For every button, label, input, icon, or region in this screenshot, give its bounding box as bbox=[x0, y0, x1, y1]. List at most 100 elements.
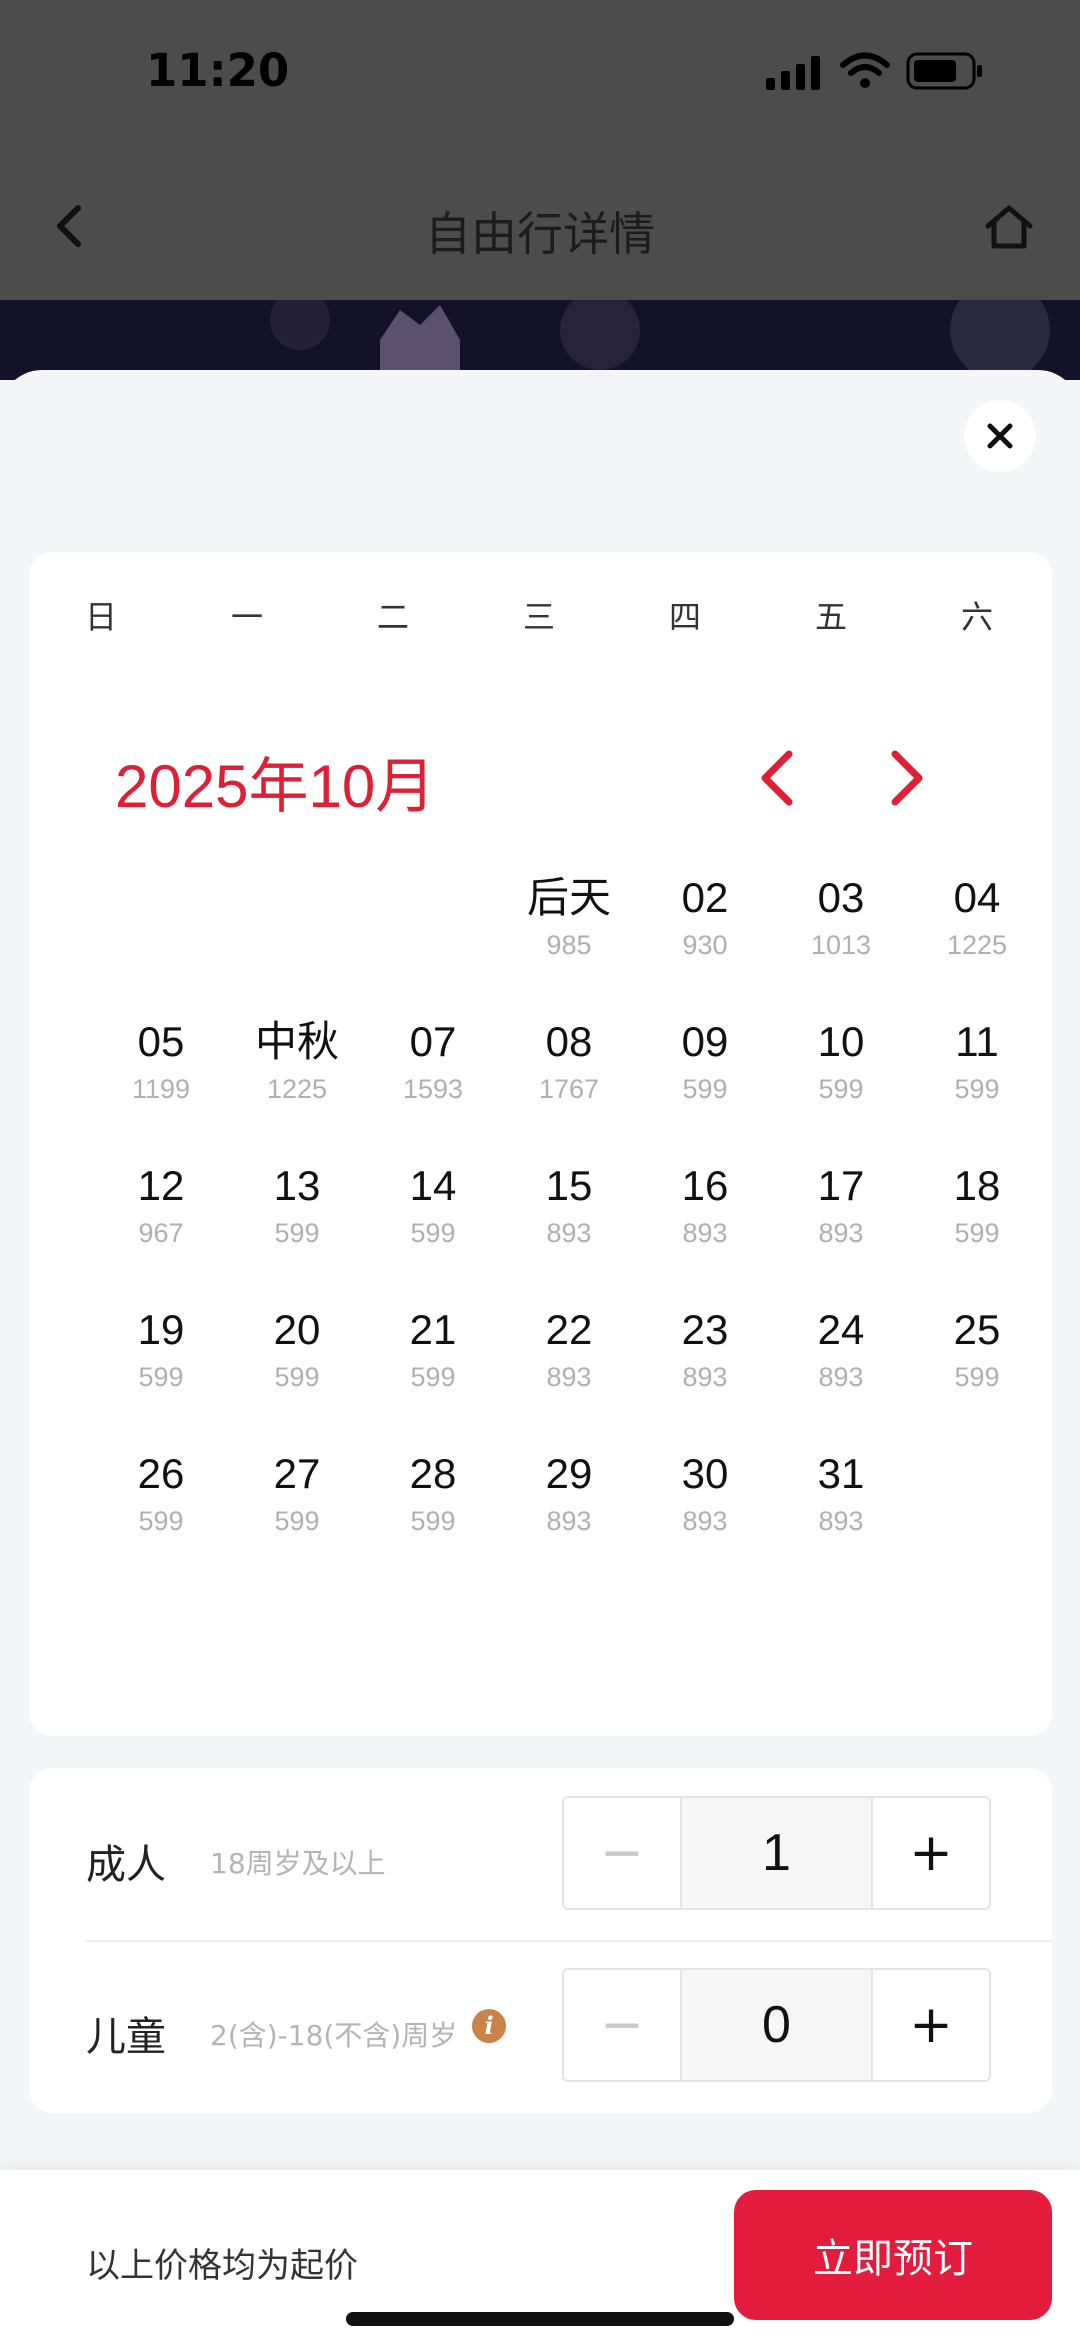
child-stepper: − 0 + bbox=[562, 1968, 991, 2082]
adult-plus-button[interactable]: + bbox=[871, 1798, 989, 1908]
calendar-day[interactable]: 13 599 bbox=[237, 1160, 357, 1252]
day-price: 599 bbox=[274, 1362, 320, 1392]
date-picker-sheet: 日 一 二 三 四 五 六 2025年10月 后天 985 02 930 03 1013 0… bbox=[0, 370, 1080, 2341]
day-price: 599 bbox=[410, 1362, 456, 1392]
calendar-day[interactable]: 15 893 bbox=[509, 1160, 629, 1252]
day-label: 24 bbox=[817, 1306, 865, 1353]
child-plus-button[interactable]: + bbox=[871, 1970, 989, 2080]
calendar-day[interactable]: 04 1225 bbox=[917, 872, 1037, 964]
day-price: 893 bbox=[546, 1506, 592, 1536]
day-label: 22 bbox=[545, 1306, 593, 1353]
day-label: 10 bbox=[817, 1018, 865, 1065]
day-label: 29 bbox=[545, 1450, 593, 1497]
calendar-day[interactable]: 08 1767 bbox=[509, 1016, 629, 1108]
child-count: 0 bbox=[682, 1970, 871, 2080]
calendar-day[interactable]: 16 893 bbox=[645, 1160, 765, 1252]
day-label: 19 bbox=[137, 1306, 185, 1353]
close-icon bbox=[987, 423, 1013, 449]
calendar-day[interactable]: 21 599 bbox=[373, 1304, 493, 1396]
wifi-icon bbox=[840, 52, 890, 88]
day-label: 16 bbox=[681, 1162, 729, 1209]
day-label: 17 bbox=[817, 1162, 865, 1209]
next-month-icon[interactable] bbox=[877, 746, 933, 810]
weekday-fri: 五 bbox=[814, 598, 847, 636]
calendar-day[interactable]: 17 893 bbox=[781, 1160, 901, 1252]
day-label: 后天 bbox=[526, 874, 611, 921]
calendar-day[interactable]: 12 967 bbox=[101, 1160, 221, 1252]
calendar-day[interactable]: 09 599 bbox=[645, 1016, 765, 1108]
calendar-day[interactable]: 26 599 bbox=[101, 1448, 221, 1540]
traveler-panel: 成人 18周岁及以上 − 1 + 儿童 2(含)-18(不含)周岁 i − 0 … bbox=[29, 1768, 1052, 2113]
day-label: 20 bbox=[273, 1306, 321, 1353]
day-price: 985 bbox=[546, 930, 592, 960]
info-icon[interactable]: i bbox=[472, 2009, 506, 2043]
day-label: 11 bbox=[955, 1018, 999, 1065]
day-price: 599 bbox=[410, 1506, 456, 1536]
calendar-day[interactable]: 28 599 bbox=[373, 1448, 493, 1540]
page-title: 自由行详情 bbox=[425, 207, 655, 261]
calendar-day[interactable]: 11 599 bbox=[917, 1016, 1037, 1108]
adult-row: 成人 18周岁及以上 − 1 + bbox=[29, 1768, 1052, 1942]
day-label: 15 bbox=[545, 1162, 593, 1209]
calendar-day[interactable]: 02 930 bbox=[645, 872, 765, 964]
day-price: 599 bbox=[954, 1362, 1000, 1392]
calendar-day[interactable]: 27 599 bbox=[237, 1448, 357, 1540]
home-icon[interactable] bbox=[984, 204, 1034, 250]
day-label: 18 bbox=[953, 1162, 1001, 1209]
weekday-wed: 三 bbox=[522, 598, 555, 636]
day-price: 893 bbox=[682, 1218, 728, 1248]
calendar-day[interactable]: 29 893 bbox=[509, 1448, 629, 1540]
weekday-thu: 四 bbox=[668, 598, 701, 636]
home-indicator bbox=[346, 2312, 734, 2326]
calendar-day[interactable]: 03 1013 bbox=[781, 872, 901, 964]
day-price: 1593 bbox=[402, 1074, 464, 1104]
day-label: 23 bbox=[681, 1306, 729, 1353]
calendar-day[interactable]: 07 1593 bbox=[373, 1016, 493, 1108]
status-bar: 11:20 bbox=[0, 0, 1080, 150]
book-now-button[interactable]: 立即预订 bbox=[734, 2190, 1052, 2320]
day-label: 08 bbox=[545, 1018, 593, 1065]
adult-desc: 18周岁及以上 bbox=[210, 1847, 386, 1880]
day-label: 09 bbox=[681, 1018, 729, 1065]
day-label: 05 bbox=[137, 1018, 185, 1065]
day-label: 13 bbox=[273, 1162, 321, 1209]
weekday-tue: 二 bbox=[376, 598, 409, 636]
calendar-day[interactable]: 24 893 bbox=[781, 1304, 901, 1396]
calendar-day[interactable]: 25 599 bbox=[917, 1304, 1037, 1396]
signal-icon bbox=[766, 56, 820, 90]
day-price: 893 bbox=[546, 1218, 592, 1248]
day-label: 25 bbox=[953, 1306, 1001, 1353]
calendar-day[interactable]: 14 599 bbox=[373, 1160, 493, 1252]
day-price: 930 bbox=[682, 930, 728, 960]
child-row: 儿童 2(含)-18(不含)周岁 i − 0 + bbox=[29, 1940, 1052, 2112]
nav-bar: 自由行详情 bbox=[0, 150, 1080, 300]
day-price: 1013 bbox=[810, 930, 872, 960]
calendar-day[interactable]: 23 893 bbox=[645, 1304, 765, 1396]
day-price: 599 bbox=[682, 1074, 728, 1104]
adult-minus-button[interactable]: − bbox=[564, 1798, 682, 1908]
calendar-day[interactable]: 30 893 bbox=[645, 1448, 765, 1540]
hero-image bbox=[0, 300, 1080, 380]
day-price: 893 bbox=[818, 1362, 864, 1392]
calendar-day[interactable]: 05 1199 bbox=[101, 1016, 221, 1108]
close-button[interactable] bbox=[964, 400, 1036, 472]
calendar-day[interactable]: 18 599 bbox=[917, 1160, 1037, 1252]
calendar-day[interactable]: 31 893 bbox=[781, 1448, 901, 1540]
child-minus-button[interactable]: − bbox=[564, 1970, 682, 2080]
day-price: 1225 bbox=[266, 1074, 328, 1104]
battery-icon bbox=[906, 52, 982, 90]
calendar: 日 一 二 三 四 五 六 2025年10月 后天 985 02 930 03 1013 0… bbox=[29, 552, 1052, 1736]
calendar-day[interactable]: 10 599 bbox=[781, 1016, 901, 1108]
prev-month-icon[interactable] bbox=[751, 746, 807, 810]
day-price: 599 bbox=[410, 1218, 456, 1248]
calendar-day[interactable]: 22 893 bbox=[509, 1304, 629, 1396]
day-price: 893 bbox=[682, 1506, 728, 1536]
price-note: 以上价格均为起价 bbox=[86, 2246, 358, 2286]
calendar-day[interactable]: 20 599 bbox=[237, 1304, 357, 1396]
calendar-day[interactable]: 后天 985 bbox=[509, 872, 629, 964]
weekday-sun: 日 bbox=[84, 598, 117, 636]
day-label: 12 bbox=[137, 1162, 185, 1209]
calendar-day[interactable]: 19 599 bbox=[101, 1304, 221, 1396]
day-price: 893 bbox=[682, 1362, 728, 1392]
calendar-day[interactable]: 中秋 1225 bbox=[237, 1016, 357, 1108]
